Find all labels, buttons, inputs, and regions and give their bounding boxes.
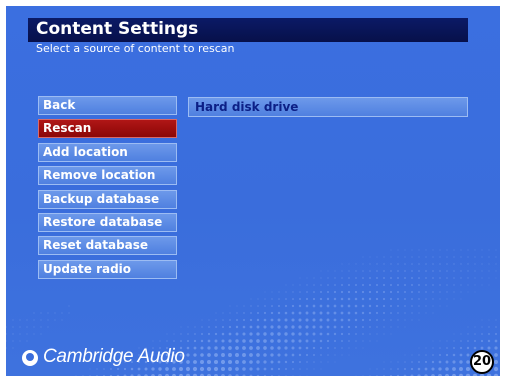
page-subtitle: Select a source of content to rescan xyxy=(36,42,235,55)
menu-item-reset-database[interactable]: Reset database xyxy=(38,236,177,256)
menu-item-update-radio[interactable]: Update radio xyxy=(38,259,177,279)
menu-item-add-location[interactable]: Add location xyxy=(38,142,177,162)
page-title: Content Settings xyxy=(36,19,199,39)
cambridge-audio-logo-icon xyxy=(22,350,38,366)
menu-item-back[interactable]: Back xyxy=(38,96,177,115)
brand-logo-text: Cambridge Audio xyxy=(43,346,185,367)
menu-item-backup-database[interactable]: Backup database xyxy=(38,189,177,209)
content-source-item[interactable]: Hard disk drive xyxy=(188,97,468,117)
menu-item-remove-location[interactable]: Remove location xyxy=(38,166,177,186)
tv-screen: Content Settings Select a source of cont… xyxy=(6,6,500,376)
menu-item-rescan[interactable]: Rescan xyxy=(38,119,177,139)
page-number-badge: 20 xyxy=(470,350,494,374)
title-bar: Content Settings xyxy=(28,18,468,42)
menu-item-restore-database[interactable]: Restore database xyxy=(38,212,177,232)
settings-menu: Back Rescan Add location Remove location… xyxy=(38,96,177,283)
